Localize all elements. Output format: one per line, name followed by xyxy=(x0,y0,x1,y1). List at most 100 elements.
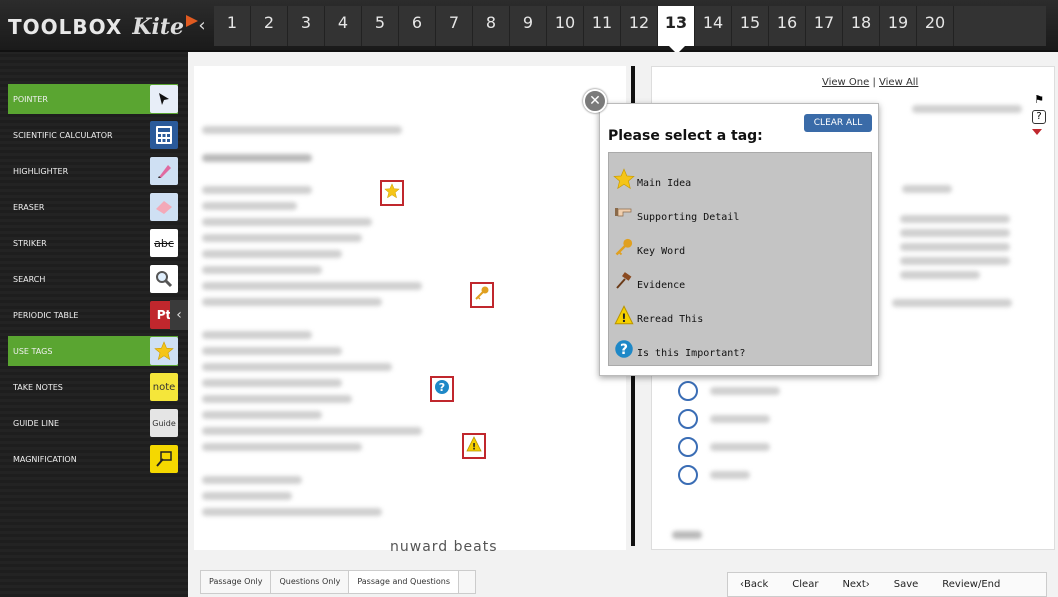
question-text-line xyxy=(900,243,1010,251)
star-icon xyxy=(150,337,178,365)
back-button[interactable]: ‹Back xyxy=(728,573,780,597)
tool-label: PERIODIC TABLE xyxy=(13,310,79,320)
tool-search[interactable]: SEARCH xyxy=(8,264,178,294)
question-10-button[interactable]: 10 xyxy=(547,6,584,46)
question-text-line xyxy=(892,299,1012,307)
flag-icon[interactable]: ⚑ xyxy=(1034,93,1044,106)
passage-text-line xyxy=(202,443,362,451)
tool-label: STRIKER xyxy=(13,238,47,248)
tool-scientific-calculator[interactable]: SCIENTIFIC CALCULATOR xyxy=(8,120,178,150)
question-5-button[interactable]: 5 xyxy=(362,6,399,46)
tool-label: SEARCH xyxy=(13,274,46,284)
question-3-button[interactable]: 3 xyxy=(288,6,325,46)
tool-guide-line[interactable]: GUIDE LINE Guide xyxy=(8,408,178,438)
question-9-button[interactable]: 9 xyxy=(510,6,547,46)
question-18-button[interactable]: 18 xyxy=(843,6,880,46)
tag-option-key-word[interactable]: Key Word xyxy=(613,233,863,261)
guide-icon: Guide xyxy=(150,409,178,437)
tag-label: Key Word xyxy=(637,245,686,257)
answer-option-radio[interactable] xyxy=(678,409,698,429)
prev-questions-chevron-icon[interactable]: ‹ xyxy=(192,12,212,40)
tool-magnification[interactable]: MAGNIFICATION xyxy=(8,444,178,474)
view-one-link[interactable]: View One xyxy=(822,77,869,88)
tool-periodic-table[interactable]: PERIODIC TABLE Pt xyxy=(8,300,178,330)
passage-text-line xyxy=(202,234,362,242)
svg-text:!: ! xyxy=(472,443,476,453)
navigation-buttons: ‹Back Clear Next› Save Review/End xyxy=(727,572,1047,597)
passage-tag-question[interactable]: ? xyxy=(430,376,454,402)
passage-text-line xyxy=(202,492,292,500)
tag-option-supporting-detail[interactable]: Supporting Detail xyxy=(613,199,863,227)
passage-text-line xyxy=(202,266,322,274)
tag-option-main-idea[interactable]: Main Idea xyxy=(613,165,863,193)
passage-tag-star[interactable] xyxy=(380,180,404,206)
tool-take-notes[interactable]: TAKE NOTES note xyxy=(8,372,178,402)
tag-option-evidence[interactable]: Evidence xyxy=(613,267,863,295)
warning-icon: ! xyxy=(613,304,635,326)
tag-option-is-this-important[interactable]: ? Is this Important? xyxy=(613,335,863,363)
passage-text-line xyxy=(202,218,372,226)
tool-highlighter[interactable]: HIGHLIGHTER xyxy=(8,156,178,186)
tab-questions-only[interactable]: Questions Only xyxy=(271,571,350,593)
tool-label: USE TAGS xyxy=(13,346,53,356)
answer-option-text xyxy=(710,443,770,451)
question-text-line xyxy=(900,257,1010,265)
tab-passage-only[interactable]: Passage Only xyxy=(201,571,272,593)
tool-use-tags[interactable]: USE TAGS xyxy=(8,336,178,366)
passage-text-line xyxy=(202,186,312,194)
question-12-button[interactable]: 12 xyxy=(621,6,658,46)
expand-triangle-icon[interactable] xyxy=(1032,129,1042,135)
view-all-link[interactable]: View All xyxy=(879,77,918,88)
magnification-icon xyxy=(150,445,178,473)
answer-option-radio[interactable] xyxy=(678,381,698,401)
question-4-button[interactable]: 4 xyxy=(325,6,362,46)
question-19-button[interactable]: 19 xyxy=(880,6,917,46)
passage-text-line xyxy=(202,282,422,290)
clear-all-button[interactable]: CLEAR ALL xyxy=(804,114,872,132)
tag-option-reread-this[interactable]: ! Reread This xyxy=(613,301,863,329)
answer-option-radio[interactable] xyxy=(678,465,698,485)
tag-popup-title: Please select a tag: xyxy=(608,128,763,144)
question-1-button[interactable]: 1 xyxy=(214,6,251,46)
view-mode-tabs: Passage Only Questions Only Passage and … xyxy=(200,570,476,594)
answer-option-radio[interactable] xyxy=(678,437,698,457)
next-button[interactable]: Next› xyxy=(830,573,881,597)
question-20-button[interactable]: 20 xyxy=(917,6,954,46)
passage-tag-warning[interactable]: ! xyxy=(462,433,486,459)
question-14-button[interactable]: 14 xyxy=(695,6,732,46)
tool-striker[interactable]: STRIKER abc xyxy=(8,228,178,258)
sidebar-collapse-chevron-icon[interactable]: ‹ xyxy=(170,300,188,330)
question-7-button[interactable]: 7 xyxy=(436,6,473,46)
eraser-icon xyxy=(150,193,178,221)
tab-passage-and-questions[interactable]: Passage and Questions xyxy=(349,571,460,593)
question-icon: ? xyxy=(613,338,635,360)
question-15-button[interactable]: 15 xyxy=(732,6,769,46)
question-6-button[interactable]: 6 xyxy=(399,6,436,46)
passage-tag-key[interactable] xyxy=(470,282,494,308)
question-2-button[interactable]: 2 xyxy=(251,6,288,46)
tool-eraser[interactable]: ERASER xyxy=(8,192,178,222)
save-button[interactable]: Save xyxy=(882,573,931,597)
tool-label: SCIENTIFIC CALCULATOR xyxy=(13,130,113,140)
top-bar: TOOLBOX Kite ‹ 1 2 3 4 5 6 7 8 9 10 11 1… xyxy=(0,0,1058,54)
tag-label: Main Idea xyxy=(637,177,692,189)
question-11-button[interactable]: 11 xyxy=(584,6,621,46)
passage-text-line xyxy=(202,427,422,435)
svg-text:!: ! xyxy=(621,312,626,325)
answer-option-text xyxy=(710,471,750,479)
help-icon[interactable]: ? xyxy=(1032,110,1046,124)
passage-text-line xyxy=(202,331,312,339)
question-16-button[interactable]: 16 xyxy=(769,6,806,46)
passage-text-line xyxy=(202,379,342,387)
tool-pointer[interactable]: POINTER xyxy=(8,84,178,114)
question-13-button-active[interactable]: 13 xyxy=(658,6,695,54)
passage-pane[interactable]: nuward beats ? ! xyxy=(194,66,626,555)
review-end-button[interactable]: Review/End xyxy=(930,573,1012,597)
tag-popup-close-icon[interactable]: ✕ xyxy=(583,89,607,113)
question-8-button[interactable]: 8 xyxy=(473,6,510,46)
question-17-button[interactable]: 17 xyxy=(806,6,843,46)
tag-popup: Please select a tag: CLEAR ALL Main Idea… xyxy=(599,103,879,376)
clear-button[interactable]: Clear xyxy=(780,573,830,597)
star-icon xyxy=(384,183,400,203)
passage-text-line xyxy=(202,126,402,134)
